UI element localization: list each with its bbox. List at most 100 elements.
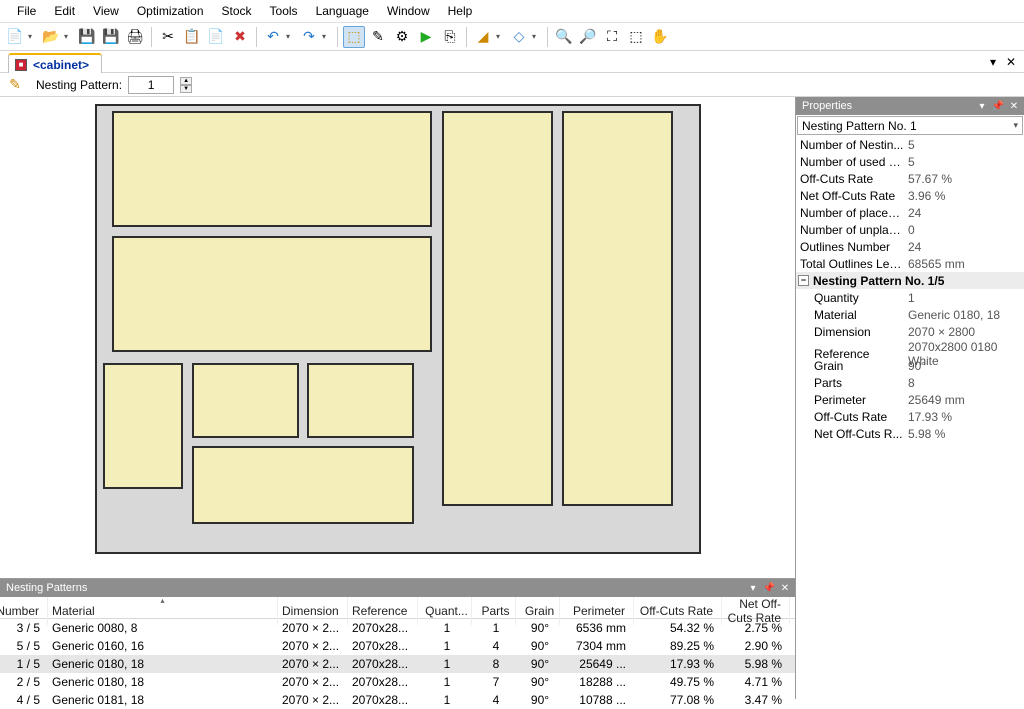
nesting-canvas[interactable] [0,97,795,578]
new-file-icon[interactable]: 📄 [4,26,26,48]
menu-tools[interactable]: Tools [261,4,307,18]
panel-pin-icon[interactable]: 📌 [990,101,1006,112]
open-dropdown-icon[interactable]: ▾ [64,32,74,41]
table-row[interactable]: 5 / 5Generic 0160, 162070 × 2...2070x28.… [0,637,795,655]
zoom-out-icon[interactable]: 🔎 [577,26,599,48]
layers-dropdown-icon[interactable]: ▾ [496,32,506,41]
zoom-in-icon[interactable]: 🔍 [553,26,575,48]
nesting-pattern-input[interactable]: 1 [128,76,174,94]
col-perimeter[interactable]: Perimeter [560,597,634,625]
property-key: Off-Cuts Rate [800,172,908,186]
layers-icon[interactable]: ◢ [472,26,494,48]
part[interactable] [307,363,414,438]
part[interactable] [112,111,432,227]
edit-pattern-icon[interactable]: ✎ [4,74,26,96]
tab-menu-icon[interactable]: ▾ [984,55,1002,69]
property-row: Total Outlines Len...68565 mm [796,255,1024,272]
property-group[interactable]: − Nesting Pattern No. 1/5 [796,272,1024,289]
edit-icon[interactable]: ✎ [367,26,389,48]
cell-perimeter: 25649 ... [560,657,634,671]
table-row[interactable]: 1 / 5Generic 0180, 182070 × 2...2070x28.… [0,655,795,673]
run-icon[interactable]: ▶ [415,26,437,48]
main-layout: Nesting Patterns ▾ 📌 ✕ Number Material▴ … [0,97,1024,699]
cut-icon[interactable]: ✂ [157,26,179,48]
stack-dropdown-icon[interactable]: ▾ [532,32,542,41]
cell-quantity: 1 [418,675,472,689]
col-netoffcuts[interactable]: Net Off-Cuts Rate [722,597,790,625]
menu-file[interactable]: File [8,4,45,18]
tab-cabinet[interactable]: ■ <cabinet> [8,53,102,73]
save-icon[interactable]: 💾 [76,26,98,48]
col-number[interactable]: Number [0,597,48,625]
part[interactable] [103,363,183,489]
part[interactable] [562,111,673,506]
property-value: 17.93 % [908,410,1024,424]
zoom-region-icon[interactable]: ⬚ [625,26,647,48]
property-row: Number of used P...5 [796,153,1024,170]
part[interactable] [192,363,299,438]
col-parts[interactable]: Parts [472,597,516,625]
col-material[interactable]: Material▴ [48,597,278,625]
canvas-column: Nesting Patterns ▾ 📌 ✕ Number Material▴ … [0,97,795,699]
redo-icon[interactable]: ↷ [298,26,320,48]
part[interactable] [442,111,553,506]
collapse-icon[interactable]: − [798,275,809,286]
property-key: Off-Cuts Rate [814,410,908,424]
property-row: Number of unplac...0 [796,221,1024,238]
spin-down-icon[interactable]: ▼ [180,85,192,93]
property-value: 0 [908,223,1024,237]
stack-icon[interactable]: ◇ [508,26,530,48]
col-reference[interactable]: Reference [348,597,418,625]
property-selector[interactable]: Nesting Pattern No. 1 ▾ [797,116,1023,135]
cell-netoffcuts: 5.98 % [722,657,790,671]
menu-help[interactable]: Help [439,4,482,18]
panel-pin-icon[interactable]: 📌 [761,583,777,594]
separator [151,27,152,47]
property-key: Number of placed ... [800,206,908,220]
property-value: 3.96 % [908,189,1024,203]
cell-material: Generic 0181, 18 [48,693,278,707]
save-all-icon[interactable]: 💾 [100,26,122,48]
tab-close-icon[interactable]: ✕ [1002,55,1020,69]
pan-icon[interactable]: ✋ [649,26,671,48]
menu-edit[interactable]: Edit [45,4,84,18]
menu-window[interactable]: Window [378,4,439,18]
undo-icon[interactable]: ↶ [262,26,284,48]
menu-stock[interactable]: Stock [213,4,261,18]
property-key: Net Off-Cuts R... [814,427,908,441]
property-key: Net Off-Cuts Rate [800,189,908,203]
menu-language[interactable]: Language [307,4,378,18]
copy-icon[interactable]: 📋 [181,26,203,48]
menu-optimization[interactable]: Optimization [128,4,213,18]
property-key: Number of used P... [800,155,908,169]
open-icon[interactable]: 📂 [40,26,62,48]
col-dimension[interactable]: Dimension [278,597,348,625]
cell-perimeter: 10788 ... [560,693,634,707]
cell-quantity: 1 [418,693,472,707]
gear-icon[interactable]: ⚙ [391,26,413,48]
redo-dropdown-icon[interactable]: ▾ [322,32,332,41]
new-dropdown-icon[interactable]: ▾ [28,32,38,41]
part[interactable] [192,446,414,524]
col-quantity[interactable]: Quant... [418,597,472,625]
panel-menu-icon[interactable]: ▾ [974,101,990,112]
property-row: Net Off-Cuts Rate3.96 % [796,187,1024,204]
export-icon[interactable]: ⎘ [439,26,461,48]
cell-grain: 90° [516,639,560,653]
panel-close-icon[interactable]: ✕ [777,583,793,594]
table-row[interactable]: 4 / 5Generic 0181, 182070 × 2...2070x28.… [0,691,795,709]
select-icon[interactable]: ⬚ [343,26,365,48]
table-row[interactable]: 2 / 5Generic 0180, 182070 × 2...2070x28.… [0,673,795,691]
menu-view[interactable]: View [84,4,128,18]
delete-icon[interactable]: ✖ [229,26,251,48]
col-offcuts[interactable]: Off-Cuts Rate [634,597,722,625]
zoom-fit-icon[interactable]: ⛶ [601,26,623,48]
undo-dropdown-icon[interactable]: ▾ [286,32,296,41]
panel-close-icon[interactable]: ✕ [1006,101,1022,112]
print-icon[interactable]: 🖨 [124,26,146,48]
col-grain[interactable]: Grain [516,597,560,625]
paste-icon[interactable]: 📄 [205,26,227,48]
spin-up-icon[interactable]: ▲ [180,77,192,85]
part[interactable] [112,236,432,352]
panel-menu-icon[interactable]: ▾ [745,583,761,594]
